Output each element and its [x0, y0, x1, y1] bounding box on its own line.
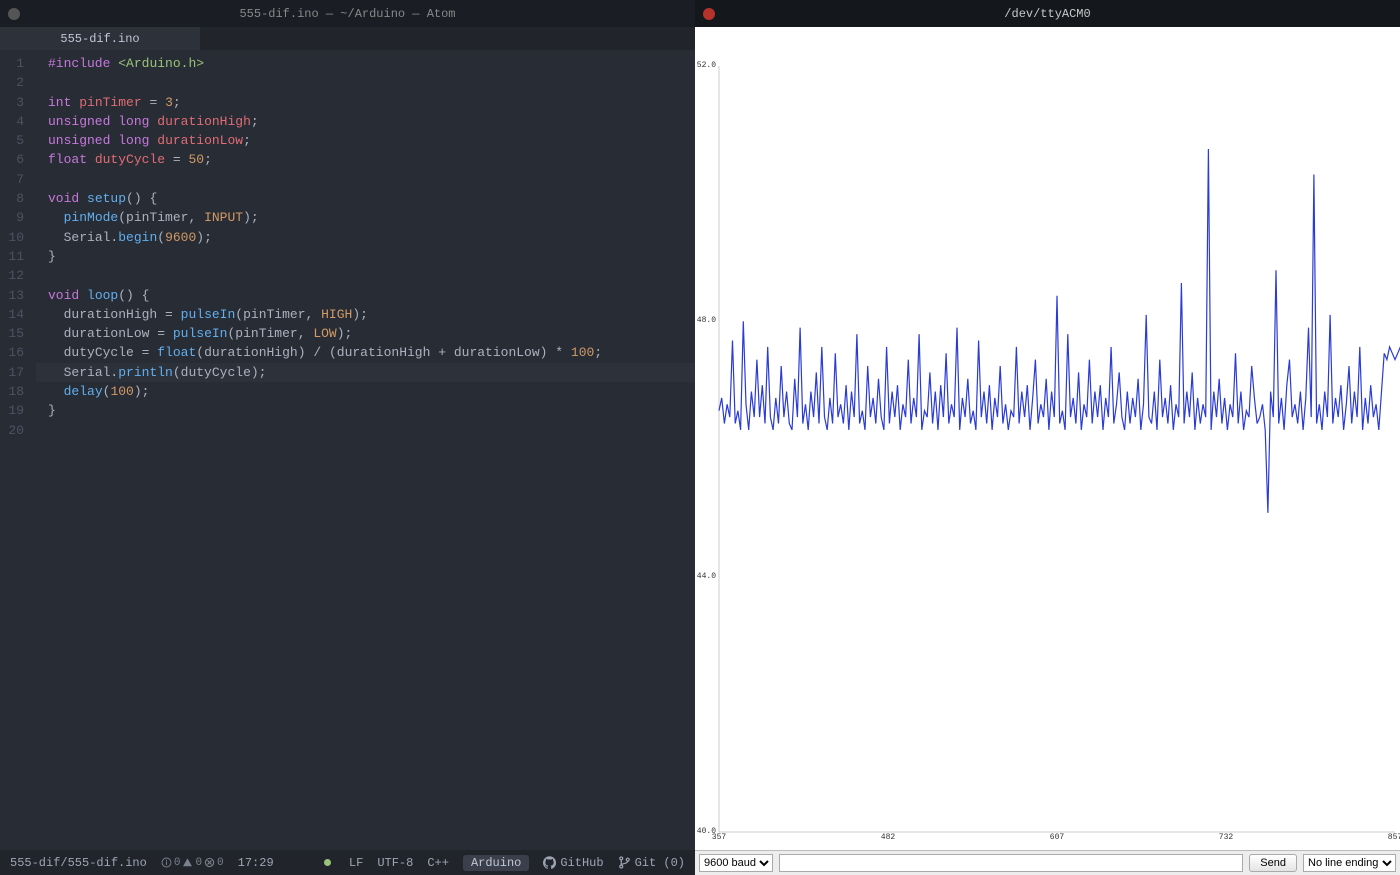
x-tick-label: 357: [712, 833, 726, 842]
status-git[interactable]: Git (0): [618, 856, 685, 870]
line-number: 16: [0, 343, 24, 362]
plot-svg: [695, 27, 1400, 850]
line-number: 3: [0, 93, 24, 112]
status-encoding[interactable]: UTF-8: [377, 856, 413, 870]
code-line[interactable]: [36, 266, 695, 285]
line-number: 7: [0, 170, 24, 189]
status-grammar[interactable]: C++: [427, 856, 449, 870]
status-unsaved-indicator: [324, 856, 335, 870]
tab-strip: 555-dif.ino: [0, 27, 695, 50]
line-number: 4: [0, 112, 24, 131]
warning-icon: [182, 857, 193, 868]
line-number: 13: [0, 286, 24, 305]
baud-select[interactable]: 9600 baud: [699, 854, 773, 872]
x-tick-label: 732: [1219, 833, 1233, 842]
status-cursor-position[interactable]: 17:29: [238, 856, 274, 870]
code-line[interactable]: [36, 73, 695, 92]
line-number: 19: [0, 401, 24, 420]
status-line-ending[interactable]: LF: [349, 856, 363, 870]
code-line[interactable]: pinMode(pinTimer, INPUT);: [36, 208, 695, 227]
tab-555-dif[interactable]: 555-dif.ino: [0, 27, 200, 50]
status-github[interactable]: GitHub: [543, 856, 603, 870]
info-icon: [161, 857, 172, 868]
code-line[interactable]: Serial.println(dutyCycle);: [36, 363, 695, 382]
code-line[interactable]: #include <Arduino.h>: [36, 54, 695, 73]
x-tick-label: 607: [1050, 833, 1064, 842]
y-tick-label: 44.0: [697, 572, 716, 581]
code-line[interactable]: unsigned long durationHigh;: [36, 112, 695, 131]
line-number: 5: [0, 131, 24, 150]
line-ending-select[interactable]: No line ending: [1303, 854, 1396, 872]
plotter-window-title: /dev/ttyACM0: [1004, 7, 1090, 21]
plotter-footer: 9600 baud Send No line ending: [695, 850, 1400, 875]
window-close-icon[interactable]: [703, 8, 715, 20]
github-icon: [543, 856, 556, 869]
line-number: 20: [0, 421, 24, 440]
git-branch-icon: [618, 856, 631, 869]
x-tick-label: 482: [881, 833, 895, 842]
editor-title-bar[interactable]: 555-dif.ino — ~/Arduino — Atom: [0, 0, 695, 27]
line-number-gutter: 1234567891011121314151617181920: [0, 54, 36, 850]
status-build-target[interactable]: Arduino: [463, 855, 529, 871]
code-line[interactable]: void loop() {: [36, 286, 695, 305]
line-number: 11: [0, 247, 24, 266]
diagnostics[interactable]: 0 0 0: [161, 857, 224, 869]
line-number: 12: [0, 266, 24, 285]
line-number: 15: [0, 324, 24, 343]
line-number: 10: [0, 228, 24, 247]
line-number: 2: [0, 73, 24, 92]
code-line[interactable]: durationLow = pulseIn(pinTimer, LOW);: [36, 324, 695, 343]
serial-input[interactable]: [779, 854, 1243, 872]
line-number: 6: [0, 150, 24, 169]
line-number: 8: [0, 189, 24, 208]
line-number: 14: [0, 305, 24, 324]
code-line[interactable]: float dutyCycle = 50;: [36, 150, 695, 169]
plot-area: 40.044.048.052.0357482607732857: [695, 27, 1400, 850]
status-file-path[interactable]: 555-dif/555-dif.ino: [10, 856, 147, 870]
code-line[interactable]: [36, 170, 695, 189]
y-tick-label: 52.0: [697, 61, 716, 70]
code-line[interactable]: dutyCycle = float(durationHigh) / (durat…: [36, 343, 695, 362]
code-line[interactable]: durationHigh = pulseIn(pinTimer, HIGH);: [36, 305, 695, 324]
code-line[interactable]: delay(100);: [36, 382, 695, 401]
status-bar: 555-dif/555-dif.ino 0 0 0 17:29 LF UTF-8…: [0, 850, 695, 875]
code-lines[interactable]: #include <Arduino.h>int pinTimer = 3;uns…: [36, 54, 695, 850]
code-line[interactable]: Serial.begin(9600);: [36, 228, 695, 247]
code-line[interactable]: int pinTimer = 3;: [36, 93, 695, 112]
line-number: 17: [0, 363, 24, 382]
plotter-title-bar[interactable]: /dev/ttyACM0: [695, 0, 1400, 27]
x-tick-label: 857: [1388, 833, 1400, 842]
tab-label: 555-dif.ino: [60, 32, 139, 46]
code-line[interactable]: unsigned long durationLow;: [36, 131, 695, 150]
code-area[interactable]: 1234567891011121314151617181920 #include…: [0, 50, 695, 850]
code-line[interactable]: }: [36, 247, 695, 266]
line-number: 18: [0, 382, 24, 401]
window-title: 555-dif.ino — ~/Arduino — Atom: [239, 7, 455, 21]
serial-plotter-window: /dev/ttyACM0 40.044.048.052.035748260773…: [695, 0, 1400, 875]
line-number: 1: [0, 54, 24, 73]
window-close-icon[interactable]: [8, 8, 20, 20]
code-line[interactable]: [36, 421, 695, 440]
line-number: 9: [0, 208, 24, 227]
error-icon: [204, 857, 215, 868]
atom-editor-window: 555-dif.ino — ~/Arduino — Atom 555-dif.i…: [0, 0, 695, 875]
y-tick-label: 48.0: [697, 316, 716, 325]
code-line[interactable]: void setup() {: [36, 189, 695, 208]
send-button[interactable]: Send: [1249, 854, 1297, 872]
code-line[interactable]: }: [36, 401, 695, 420]
